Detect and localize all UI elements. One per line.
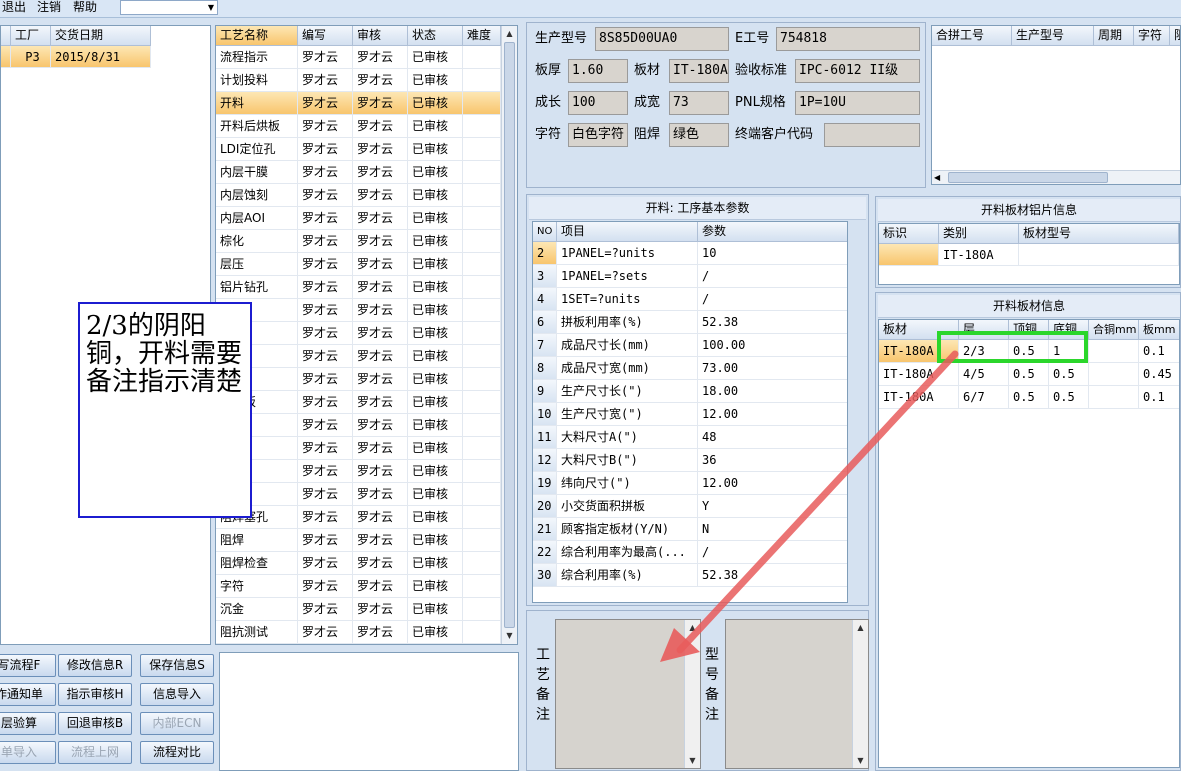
arrow-shaft xyxy=(676,350,959,654)
annotation-arrow xyxy=(660,350,959,662)
